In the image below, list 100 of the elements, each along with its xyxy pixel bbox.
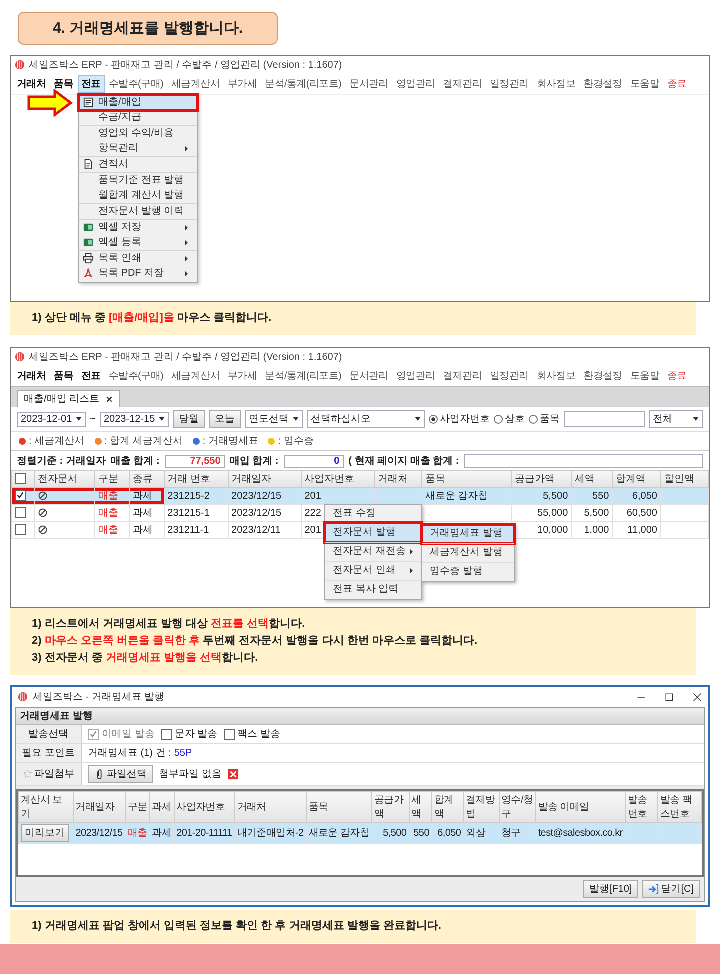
menu-item[interactable]: 거래처 — [13, 367, 50, 386]
menu-item[interactable]: 회사정보 — [532, 75, 580, 93]
menu-item[interactable]: 회사정보 — [532, 367, 580, 386]
menu-item[interactable]: 거래명세표 발행 — [422, 525, 514, 544]
menu-item[interactable]: 환경설정 — [580, 367, 626, 386]
menu-item[interactable]: 부가세 — [224, 367, 262, 386]
close-icon — [693, 692, 702, 702]
menu-item[interactable]: 목록 인쇄 — [78, 251, 197, 266]
menu-item[interactable]: 세금계산서 — [167, 367, 224, 386]
column-header: 발송 팩스번호 — [658, 792, 702, 823]
radio-button[interactable] — [429, 414, 438, 424]
menu-item[interactable]: 수발주(구매) — [104, 75, 168, 93]
menu-item[interactable]: 도움말 — [626, 75, 664, 93]
window-title: 세일즈박스 ERP - 판매재고 관리 / 수발주 / 영업관리 (Version : 1.1607) — [29, 59, 342, 72]
form-icon — [82, 97, 94, 108]
column-header: 합계액 — [612, 470, 661, 488]
menu-item[interactable]: 전표 — [78, 367, 105, 386]
column-header: 영수/청구 — [499, 792, 536, 823]
table-cell: 5,500 — [383, 828, 407, 839]
section-title: 거래명세표 발행 — [16, 708, 704, 726]
column-header: 세액 — [572, 470, 613, 488]
menu-item[interactable]: 일정관리 — [486, 75, 533, 93]
footer-button[interactable]: 발행[F10] — [583, 880, 638, 898]
table-cell: 새로운 감자칩 — [308, 828, 370, 840]
sort-label: 정렬기준 : 거래일자 — [17, 455, 106, 468]
checkbox[interactable] — [15, 473, 26, 484]
menu-item[interactable]: 분석/통계(리포트) — [261, 75, 346, 93]
menu-item[interactable]: 영업관리 — [392, 367, 440, 386]
menu-item[interactable]: 전자문서 발행 이력 — [78, 204, 197, 219]
menu-item[interactable]: 세금계산서 발행 — [422, 543, 514, 562]
table-cell: 201-20-11111 — [176, 828, 232, 839]
spreadsheet-icon — [82, 222, 94, 233]
preview-button[interactable]: 미리보기 — [21, 824, 69, 842]
menu-item[interactable]: 전표 복사 입력 — [325, 580, 421, 600]
checkbox[interactable] — [160, 728, 172, 740]
menu-item[interactable]: 환경설정 — [580, 75, 626, 93]
menu-item[interactable]: 엑셀 저장 — [78, 220, 197, 235]
tab[interactable]: 매출/매입 리스트 — [17, 390, 120, 408]
filter-button[interactable]: 오늘 — [209, 410, 242, 428]
menu-item[interactable]: 수금/지급 — [78, 110, 197, 125]
menu-item[interactable]: 문서관리 — [346, 367, 392, 386]
scope-select[interactable]: 전체 — [649, 410, 703, 428]
menu-item[interactable]: 견적서 — [78, 157, 197, 172]
document-icon — [82, 159, 94, 170]
submenu-arrow-icon — [184, 224, 188, 230]
column-header: 거래일자 — [73, 792, 126, 823]
table-cell: 과세 — [152, 828, 172, 840]
footer-button[interactable]: 닫기[C] — [642, 880, 700, 898]
menu-item[interactable]: 도움말 — [626, 367, 664, 386]
option-select[interactable]: 선택하십시오 — [307, 410, 426, 428]
menu-item[interactable]: 목록 PDF 저장 — [78, 266, 197, 281]
search-field[interactable] — [564, 411, 645, 428]
menu-item[interactable]: 품목 — [50, 75, 78, 93]
menu-item[interactable]: 세금계산서 — [167, 75, 224, 93]
app-logo-icon — [18, 692, 28, 702]
menu-item[interactable]: 영업외 수익/비용 — [78, 126, 197, 141]
file-select-button[interactable]: 파일선택 — [88, 765, 153, 784]
radio-button[interactable] — [494, 414, 504, 424]
menu-item[interactable]: 엑셀 등록 — [78, 235, 197, 250]
radio-button[interactable] — [529, 414, 538, 424]
year-select[interactable]: 연도선택 — [245, 410, 304, 428]
table-cell: 231215-1 — [168, 508, 210, 519]
menu-item[interactable]: 종료 — [664, 75, 691, 93]
legend-label: : 세금계산서 — [29, 435, 85, 448]
table-cell: 222 — [304, 508, 322, 519]
menu-item[interactable]: 문서관리 — [346, 75, 392, 93]
menu-item[interactable]: 분석/통계(리포트) — [261, 367, 346, 386]
checkbox[interactable] — [15, 524, 26, 536]
menu-item[interactable]: 전표 — [78, 75, 105, 93]
checkbox[interactable] — [15, 490, 26, 502]
pdf-icon — [82, 268, 94, 279]
table-row[interactable]: 미리보기 2023/12/15 매출 과세 201-20-11111 내기준매입처-2 새로운 감자칩 5,500 550 6,050 외상 청구 test@salesbox.co.kr — [18, 822, 702, 844]
menu-item[interactable]: 전표 수정 — [325, 505, 421, 524]
menu-item[interactable]: 전자문서 발행 — [325, 523, 421, 542]
date-field[interactable]: 2023-12-15 — [100, 412, 170, 427]
menu-item[interactable]: 품목기준 전표 발행 — [78, 173, 197, 188]
radio-label: 품목 — [540, 413, 560, 426]
filter-button[interactable]: 당월 — [173, 410, 206, 428]
menu-item[interactable]: 거래처 — [13, 75, 50, 93]
table-row[interactable]: 매출 과세 231215-2 2023/12/15 201 새로운 감자칩 5,500 550 6,050 — [12, 488, 708, 505]
menu-item[interactable]: 일정관리 — [486, 367, 533, 386]
menu-item[interactable]: 결제관리 — [439, 367, 486, 386]
menu-item[interactable]: 부가세 — [224, 75, 262, 93]
menu-item[interactable]: 영업관리 — [392, 75, 440, 93]
instruction-text: 2) 마우스 오른쪽 버튼을 클릭한 후 두번째 전자문서 발행을 다시 한번 마우스로 클릭합니다. — [32, 634, 479, 650]
column-header: 할인액 — [660, 470, 708, 488]
menu-item[interactable]: 수발주(구매) — [104, 367, 168, 386]
date-field[interactable]: 2023-12-01 — [17, 412, 86, 427]
column-header: 발송 이메일 — [536, 792, 626, 823]
menu-item[interactable]: 월합계 계산서 발행 — [78, 188, 197, 203]
no-entry-icon — [38, 524, 48, 535]
menu-item[interactable]: 항목관리 — [78, 141, 197, 156]
menu-item[interactable]: 품목 — [50, 367, 78, 386]
menu-item[interactable]: 결제관리 — [439, 75, 486, 93]
checkbox[interactable] — [15, 507, 26, 518]
dropdown-caret-icon — [293, 417, 300, 422]
menu-item[interactable]: 종료 — [664, 367, 691, 386]
menu-item[interactable]: 영수증 발행 — [422, 562, 514, 582]
checkbox-label: 문자 발송 — [174, 728, 218, 742]
checkbox[interactable] — [224, 728, 235, 740]
